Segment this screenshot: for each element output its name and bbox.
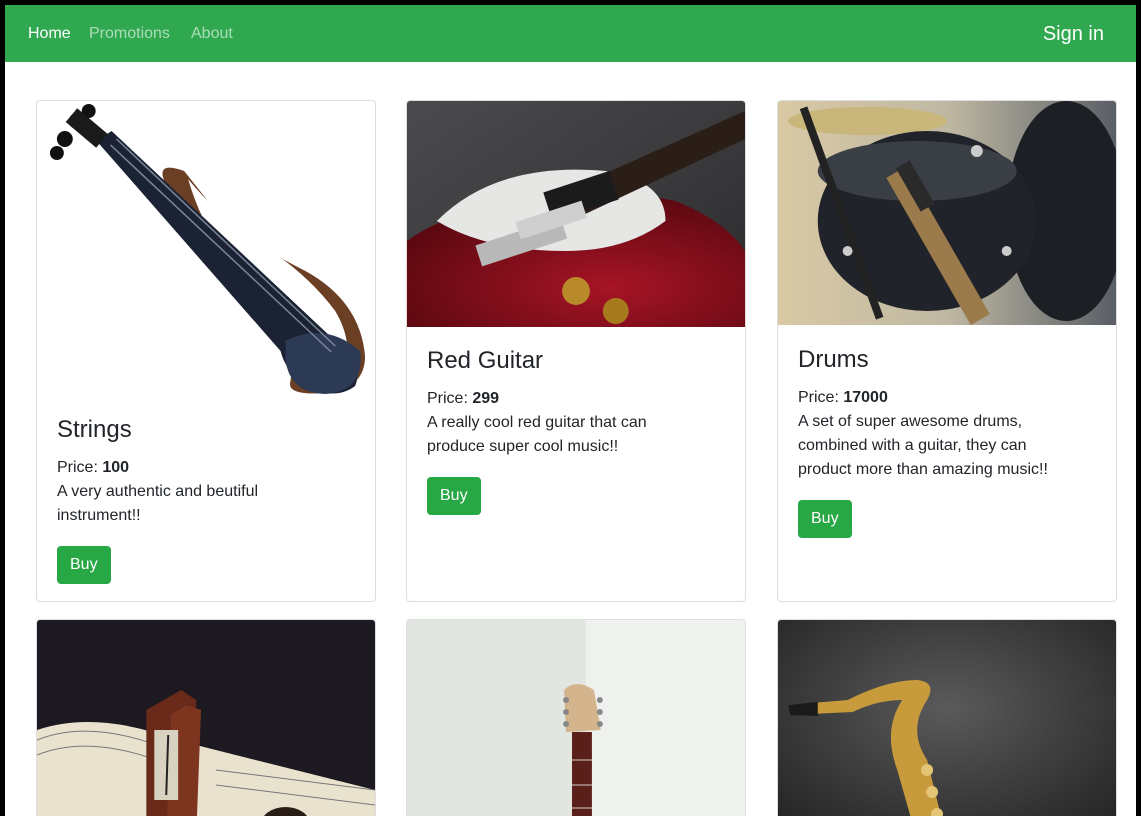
nav-link-promotions[interactable]: Promotions	[89, 24, 170, 43]
product-image-metronome	[37, 620, 375, 816]
browser-viewport: Home Promotions About Sign in Strings Pr…	[0, 0, 1141, 816]
price-label: Price:	[798, 389, 844, 406]
product-image-wall-guitar	[407, 620, 745, 816]
buy-button[interactable]: Buy	[57, 546, 111, 584]
product-title: Drums	[798, 346, 869, 373]
buy-button[interactable]: Buy	[427, 477, 481, 515]
product-card-drums: Drums Price: 17000 A set of super awesom…	[777, 100, 1117, 602]
price-label: Price:	[427, 390, 473, 407]
product-price: Price: 17000	[798, 386, 1096, 410]
product-description: A set of super awesome drums, combined w…	[798, 413, 1048, 478]
product-image-red-guitar	[407, 101, 745, 327]
card-body: Strings Price: 100 A very authentic and …	[57, 415, 355, 584]
price-value: 17000	[843, 389, 888, 406]
product-image-violin	[37, 101, 375, 401]
card-body: Drums Price: 17000 A set of super awesom…	[798, 345, 1096, 538]
price-value: 100	[102, 459, 130, 476]
buy-button[interactable]: Buy	[798, 500, 852, 538]
sign-in-link[interactable]: Sign in	[1043, 22, 1104, 46]
product-image-saxophone	[778, 620, 1116, 816]
product-title: Strings	[57, 416, 132, 443]
navbar: Home Promotions About Sign in	[5, 5, 1136, 62]
price-value: 299	[472, 390, 500, 407]
nav-link-home[interactable]: Home	[28, 24, 71, 43]
product-price: Price: 299	[427, 387, 725, 411]
price-label: Price:	[57, 459, 103, 476]
product-description: A really cool red guitar that can produc…	[427, 414, 647, 455]
nav-link-about[interactable]: About	[191, 24, 233, 43]
product-price: Price: 100	[57, 456, 355, 480]
card-body: Red Guitar Price: 299 A really cool red …	[427, 346, 725, 515]
product-card-saxophone	[777, 619, 1117, 816]
product-card-metronome	[36, 619, 376, 816]
product-description: A very authentic and beutiful instrument…	[57, 483, 259, 524]
product-title: Red Guitar	[427, 347, 544, 374]
product-card-wall-guitar	[406, 619, 746, 816]
product-card-red-guitar: Red Guitar Price: 299 A really cool red …	[406, 100, 746, 602]
product-card-strings: Strings Price: 100 A very authentic and …	[36, 100, 376, 602]
product-image-drums	[778, 101, 1116, 325]
